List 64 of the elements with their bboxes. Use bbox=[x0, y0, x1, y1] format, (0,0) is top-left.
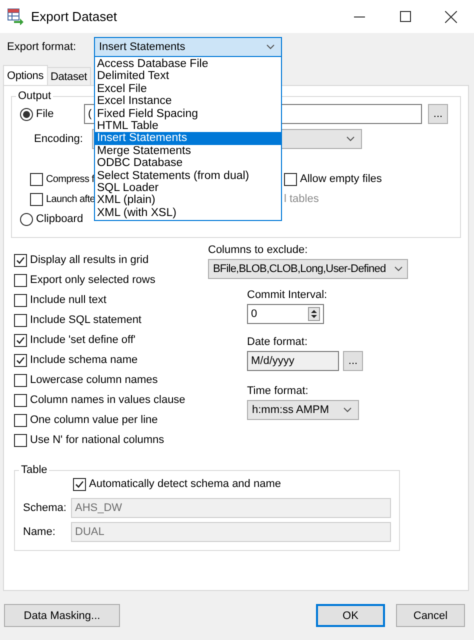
checkbox-label: Include schema name bbox=[30, 354, 138, 366]
checkbox-label: Include SQL statement bbox=[30, 314, 142, 326]
checkbox[interactable] bbox=[14, 354, 27, 366]
checkbox[interactable] bbox=[14, 334, 27, 346]
checkbox-label: l tables bbox=[284, 193, 319, 205]
radio-button[interactable] bbox=[20, 108, 33, 120]
group-title: Output bbox=[17, 90, 52, 102]
checkbox-label: Automatically detect schema and name bbox=[89, 478, 281, 490]
radio-button[interactable] bbox=[20, 212, 33, 226]
table-export-icon bbox=[7, 8, 24, 25]
time-format-dropdown[interactable]: h:mm:ss AMPM bbox=[247, 400, 359, 420]
checkbox-label: Lowercase column names bbox=[30, 374, 158, 386]
checkbox-label: Display all results in grid bbox=[30, 254, 149, 266]
checkbox-label: Export only selected rows bbox=[30, 274, 156, 286]
close-icon[interactable] bbox=[445, 10, 457, 22]
chevron-down-icon bbox=[343, 407, 352, 413]
dialog-button[interactable]: Cancel bbox=[396, 604, 465, 627]
export-format-dropdown[interactable]: Insert Statements bbox=[94, 37, 282, 57]
field-label: Schema: bbox=[23, 502, 68, 514]
dialog-button[interactable]: OK bbox=[316, 604, 385, 627]
checkbox[interactable] bbox=[30, 172, 43, 186]
dialog-button[interactable]: Data Masking... bbox=[4, 604, 120, 627]
dropdown-option[interactable]: Insert Statements bbox=[95, 132, 281, 145]
checkbox-label: Allow empty files bbox=[300, 173, 382, 185]
field-label: Export format: bbox=[7, 41, 78, 53]
spinner-arrows-icon[interactable] bbox=[308, 307, 320, 321]
checkbox[interactable] bbox=[30, 192, 43, 206]
columns-exclude-dropdown[interactable]: BFile,BLOB,CLOB,Long,User-Defined bbox=[208, 259, 408, 279]
checkbox-label: Include 'set define off' bbox=[30, 334, 136, 346]
field-label: Columns to exclude: bbox=[208, 244, 309, 256]
field-label: Date format: bbox=[247, 336, 309, 348]
checkbox-label: Include null text bbox=[30, 294, 106, 306]
checkbox[interactable] bbox=[14, 254, 27, 266]
date-format-field[interactable]: M/d/yyyy bbox=[247, 351, 339, 371]
radio-label: File bbox=[36, 108, 54, 120]
maximize-icon[interactable] bbox=[400, 11, 410, 22]
field-label: Encoding: bbox=[33, 133, 84, 145]
checkbox[interactable] bbox=[14, 314, 27, 326]
chevron-down-icon bbox=[266, 44, 275, 50]
checkbox-label: Column names in values clause bbox=[30, 394, 186, 406]
checkbox[interactable] bbox=[14, 414, 27, 426]
chevron-down-icon bbox=[394, 266, 403, 272]
checkbox[interactable] bbox=[14, 294, 27, 306]
field-label: Name: bbox=[23, 526, 56, 538]
tab[interactable]: Options bbox=[3, 65, 48, 85]
tab[interactable]: Dataset bbox=[46, 67, 92, 85]
browse-button[interactable]: ... bbox=[343, 351, 363, 371]
checkbox[interactable] bbox=[14, 434, 27, 446]
browse-button[interactable]: ... bbox=[428, 104, 448, 124]
checkbox[interactable] bbox=[14, 274, 27, 286]
checkbox[interactable] bbox=[14, 394, 27, 406]
window-title: Export Dataset bbox=[31, 9, 118, 24]
checkbox-label: Launch afte bbox=[46, 194, 95, 204]
group-title: Table bbox=[20, 464, 48, 476]
field-label: Time format: bbox=[247, 385, 310, 397]
commit-interval-spinner[interactable]: 0 bbox=[247, 304, 324, 324]
checkbox[interactable] bbox=[14, 374, 27, 386]
radio-label: Clipboard bbox=[36, 213, 84, 225]
chevron-down-icon bbox=[346, 136, 355, 142]
checkbox-label: Use N' for national columns bbox=[30, 434, 164, 446]
checkbox[interactable] bbox=[284, 172, 297, 186]
checkbox-label: One column value per line bbox=[30, 414, 158, 426]
checkbox[interactable] bbox=[73, 478, 86, 490]
field-label: Commit Interval: bbox=[247, 289, 328, 301]
